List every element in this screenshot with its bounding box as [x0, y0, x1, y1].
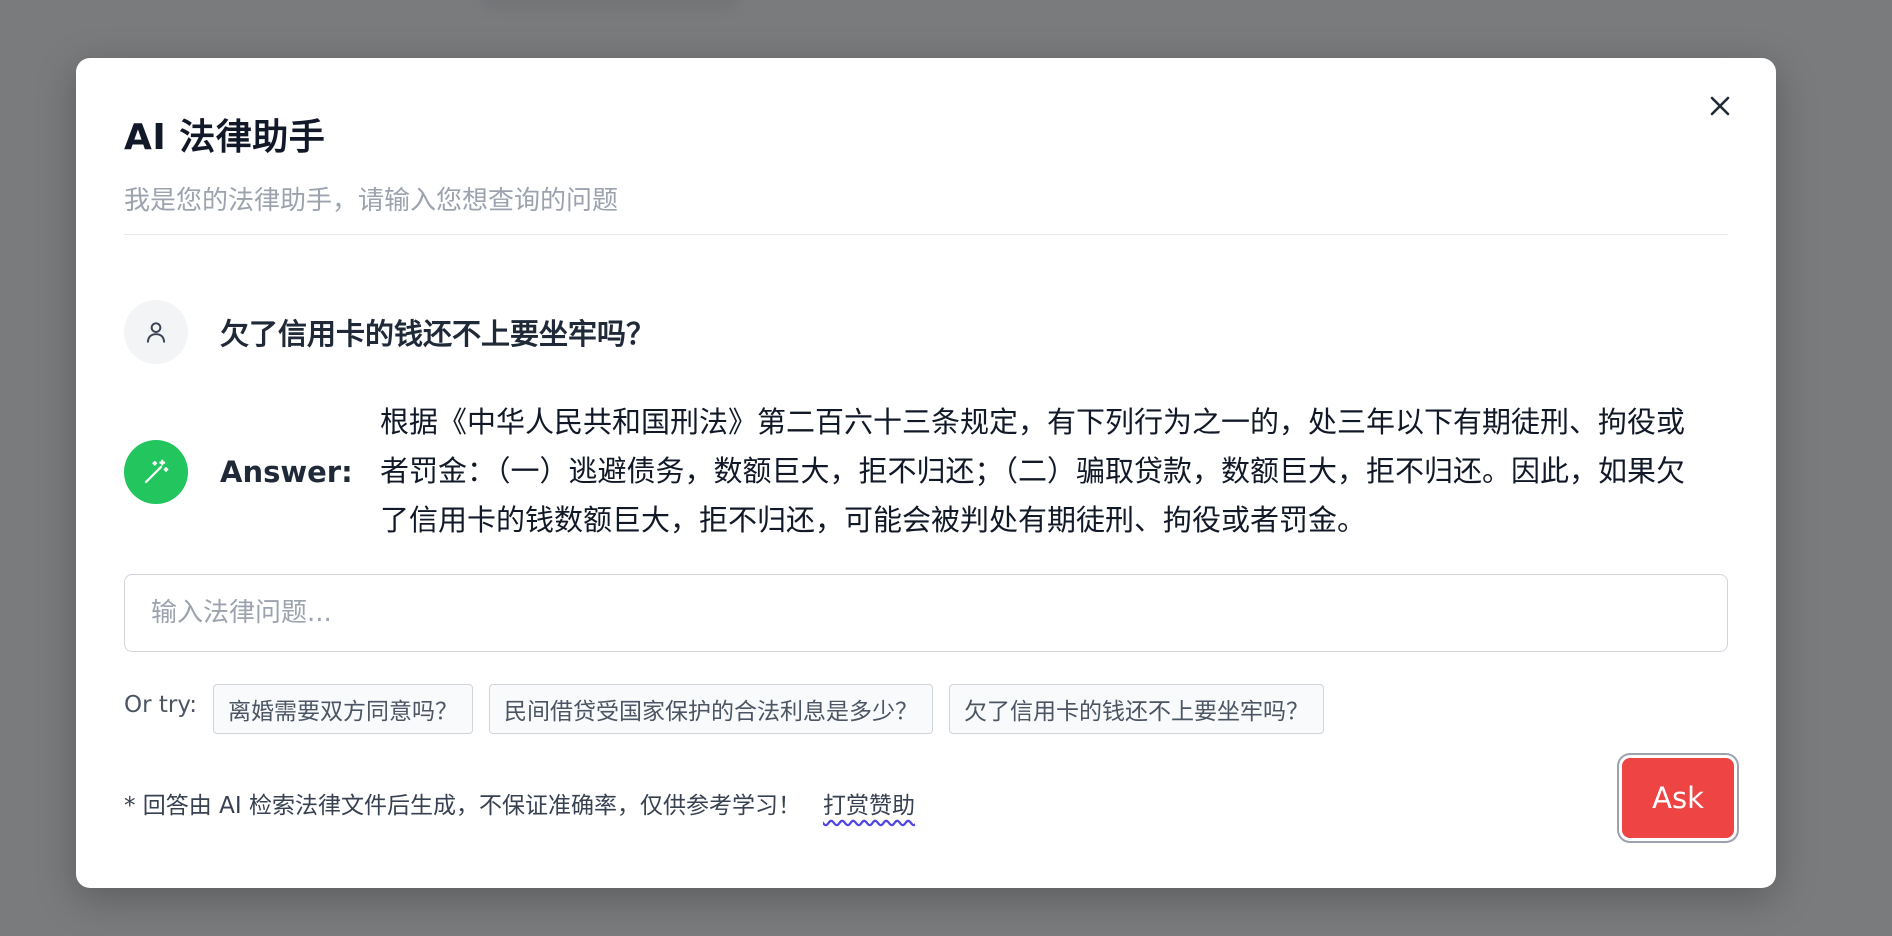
question-input[interactable]: [151, 575, 1727, 651]
answer-text: 根据《中华人民共和国刑法》第二百六十三条规定，有下列行为之一的，处三年以下有期徒…: [380, 405, 1686, 537]
or-try-label: Or try:: [124, 692, 198, 718]
magic-wand-icon: [144, 459, 169, 483]
ai-legal-assistant-dialog: AI 法律助手 我是您的法律助手，请输入您想查询的问题 欠了信用卡的钱还不上要坐…: [76, 58, 1776, 888]
ai-avatar: [124, 439, 188, 504]
footer-disclaimer-row: * 回答由 AI 检索法律文件后生成，不保证准确率，仅供参考学习！ 打赏赞助: [124, 786, 915, 820]
question-input-box[interactable]: [124, 574, 1728, 652]
user-avatar: [124, 300, 188, 364]
backdrop: [480, 0, 740, 10]
ask-button[interactable]: Ask: [1622, 758, 1734, 838]
suggestion-chip[interactable]: 离婚需要双方同意吗？: [213, 684, 474, 734]
disclaimer-text: * 回答由 AI 检索法律文件后生成，不保证准确率，仅供参考学习！: [124, 793, 801, 819]
dialog-title: AI 法律助手: [124, 117, 326, 158]
answer-label: Answer:: [220, 454, 353, 489]
header-divider: [124, 234, 1728, 235]
ai-answer-row: Answer: 根据《中华人民共和国刑法》第二百六十三条规定，有下列行为之一的，…: [124, 398, 1728, 545]
user-icon: [146, 322, 166, 343]
dialog-header: AI 法律助手 我是您的法律助手，请输入您想查询的问题: [124, 108, 1728, 217]
suggestions-row: Or try: 离婚需要双方同意吗？ 民间借贷受国家保护的合法利息是多少？ 欠了…: [124, 684, 1340, 734]
suggestion-chip[interactable]: 欠了信用卡的钱还不上要坐牢吗？: [949, 684, 1325, 734]
question-text: 欠了信用卡的钱还不上要坐牢吗？: [220, 317, 656, 351]
user-question-row: 欠了信用卡的钱还不上要坐牢吗？: [124, 300, 1728, 364]
suggestion-chip[interactable]: 民间借贷受国家保护的合法利息是多少？: [489, 684, 934, 734]
donate-link[interactable]: 打赏赞助: [823, 786, 915, 820]
dialog-subtitle: 我是您的法律助手，请输入您想查询的问题: [124, 186, 619, 216]
